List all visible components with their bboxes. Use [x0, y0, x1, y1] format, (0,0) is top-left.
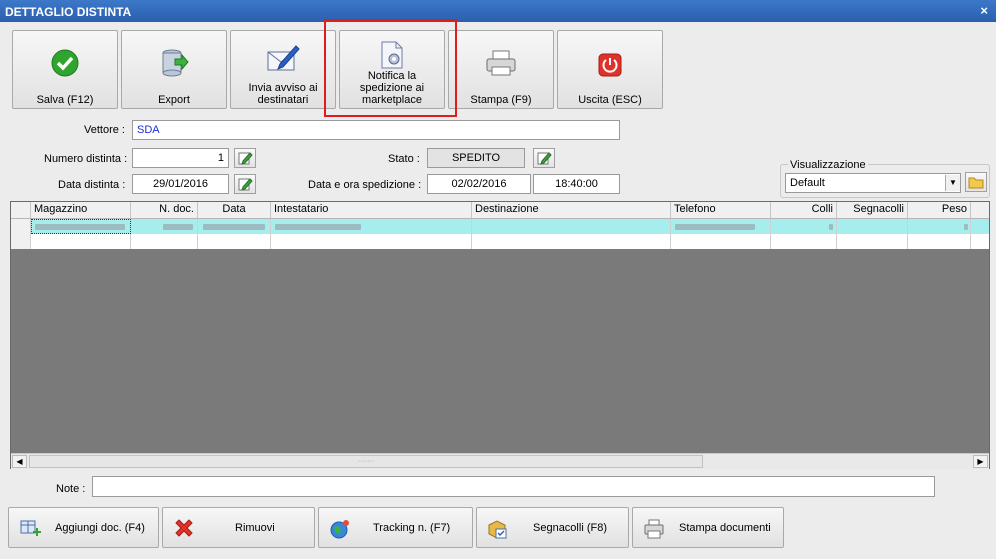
add-grid-icon	[20, 520, 41, 536]
status-field: SPEDITO	[427, 148, 525, 168]
export-label: Export	[158, 94, 190, 106]
add-document-label: Aggiungi doc. (F4)	[55, 522, 145, 534]
remove-label: Rimuovi	[235, 522, 275, 534]
edit-status-button[interactable]	[533, 148, 555, 168]
check-icon	[51, 49, 79, 77]
window-title: DETTAGLIO DISTINTA	[5, 5, 132, 19]
print-documents-label: Stampa documenti	[679, 522, 771, 534]
open-folder-button[interactable]	[965, 172, 987, 192]
package-check-icon	[488, 520, 507, 539]
scroll-left-icon[interactable]: ◀	[12, 455, 27, 468]
add-document-button[interactable]: Aggiungi doc. (F4)	[8, 507, 159, 548]
tracking-button[interactable]: Tracking n. (F7)	[318, 507, 473, 548]
globe-icon	[330, 520, 349, 539]
table-row-empty[interactable]	[11, 234, 989, 249]
mail-pen-icon	[267, 45, 300, 71]
carrier-label: Vettore :	[84, 124, 125, 136]
documents-grid[interactable]: Magazzino N. doc. Data Intestatario Dest…	[10, 201, 990, 469]
save-button[interactable]: Salva (F12)	[12, 30, 118, 109]
view-select[interactable]: Default	[785, 173, 961, 193]
status-label: Stato :	[388, 153, 420, 165]
edit-number-button[interactable]	[234, 148, 256, 168]
col-intestatario[interactable]: Intestatario	[271, 202, 472, 218]
col-colli[interactable]: Colli	[771, 202, 837, 218]
edit-date-button[interactable]	[234, 174, 256, 194]
print-documents-button[interactable]: Stampa documenti	[632, 507, 784, 548]
exit-label: Uscita (ESC)	[578, 94, 642, 106]
col-segnacolli[interactable]: Segnacolli	[837, 202, 908, 218]
folder-icon	[968, 177, 984, 189]
edit-icon	[238, 151, 253, 165]
table-row[interactable]	[11, 219, 989, 234]
view-label: Visualizzazione	[788, 159, 868, 171]
edit-icon	[537, 151, 552, 165]
labels-button[interactable]: Segnacolli (F8)	[476, 507, 629, 548]
labels-label: Segnacolli (F8)	[533, 522, 607, 534]
save-label: Salva (F12)	[36, 94, 94, 106]
printer-icon	[644, 519, 664, 539]
chevron-down-icon[interactable]: ▼	[945, 175, 960, 191]
highlight-box	[324, 19, 457, 117]
horizontal-scrollbar[interactable]: ◀ ······· ▶	[11, 453, 989, 469]
database-export-icon	[162, 49, 189, 77]
printer-icon	[486, 50, 516, 76]
power-icon	[598, 53, 622, 77]
notify-recipients-label: Invia avviso ai destinatari	[248, 82, 318, 106]
date-input[interactable]: 29/01/2016	[132, 174, 229, 194]
col-telefono[interactable]: Telefono	[671, 202, 771, 218]
remove-icon	[175, 519, 193, 537]
col-data[interactable]: Data	[198, 202, 271, 218]
carrier-input[interactable]: SDA	[132, 120, 620, 140]
edit-icon	[238, 177, 253, 191]
number-input[interactable]: 1	[132, 148, 229, 168]
remove-button[interactable]: Rimuovi	[162, 507, 315, 548]
close-icon[interactable]: ×	[980, 3, 988, 18]
view-selected: Default	[790, 177, 825, 189]
col-magazzino[interactable]: Magazzino	[31, 202, 131, 218]
col-peso[interactable]: Peso	[908, 202, 971, 218]
tracking-label: Tracking n. (F7)	[373, 522, 451, 534]
grid-header: Magazzino N. doc. Data Intestatario Dest…	[11, 202, 989, 219]
row-indicator-header	[11, 202, 31, 218]
print-button[interactable]: Stampa (F9)	[448, 30, 554, 109]
notify-recipients-button[interactable]: Invia avviso ai destinatari	[230, 30, 336, 109]
ship-date-input[interactable]: 02/02/2016	[427, 174, 531, 194]
ship-label: Data e ora spedizione :	[308, 179, 422, 191]
col-destinazione[interactable]: Destinazione	[472, 202, 671, 218]
ship-time-input[interactable]: 18:40:00	[533, 174, 620, 194]
export-button[interactable]: Export	[121, 30, 227, 109]
date-label: Data distinta :	[58, 179, 126, 191]
scroll-thumb[interactable]: ·······	[29, 455, 703, 468]
notes-label: Note :	[56, 483, 86, 495]
exit-button[interactable]: Uscita (ESC)	[557, 30, 663, 109]
title-bar: DETTAGLIO DISTINTA ×	[0, 0, 996, 22]
number-label: Numero distinta :	[44, 153, 128, 165]
notes-input[interactable]	[92, 476, 935, 497]
col-n-doc[interactable]: N. doc.	[131, 202, 198, 218]
print-label: Stampa (F9)	[470, 94, 532, 106]
scroll-right-icon[interactable]: ▶	[973, 455, 988, 468]
